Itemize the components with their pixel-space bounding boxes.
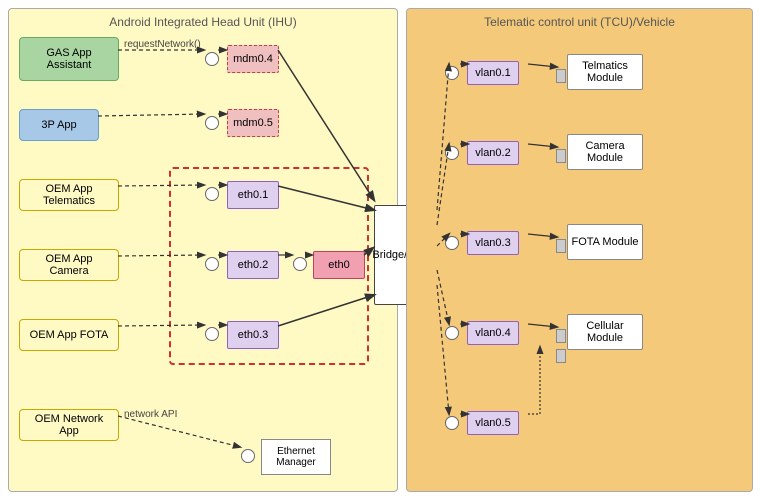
network-api-label: network API (124, 409, 177, 420)
circle-mdm04-left (205, 52, 219, 66)
mdm05-box: mdm0.5 (227, 109, 279, 137)
vlan05-label: vlan0.5 (475, 417, 510, 429)
tcu-circle-vlan03 (445, 236, 459, 250)
eth02-label: eth0.2 (238, 259, 269, 271)
connector-telmatics (556, 69, 566, 83)
gas-app-label: GAS App Assistant (26, 47, 112, 71)
main-container: Android Integrated Head Unit (IHU) GAS A… (0, 0, 761, 502)
oem-network-box: OEM Network App (19, 409, 119, 441)
oem-fota-label: OEM App FOTA (30, 329, 109, 341)
vlan01-label: vlan0.1 (475, 67, 510, 79)
eth-manager-label: Ethernet Manager (262, 446, 330, 468)
eth03-label: eth0.3 (238, 329, 269, 341)
oem-network-label: OEM Network App (26, 413, 112, 437)
oem-telematics-box: OEM App Telematics (19, 179, 119, 211)
vlan02-label: vlan0.2 (475, 147, 510, 159)
telmatics-module-label: Telmatics Module (568, 60, 642, 84)
mdm04-label: mdm0.4 (233, 53, 273, 65)
ihu-title: Android Integrated Head Unit (IHU) (109, 15, 296, 29)
vlan05-box: vlan0.5 (467, 411, 519, 435)
oem-fota-box: OEM App FOTA (19, 319, 119, 351)
eth01-label: eth0.1 (238, 189, 269, 201)
cellular-module-box: Cellular Module (567, 314, 643, 350)
ihu-panel: Android Integrated Head Unit (IHU) GAS A… (8, 8, 398, 492)
eth-manager-box: Ethernet Manager (261, 439, 331, 475)
oem-telematics-label: OEM App Telematics (26, 183, 112, 207)
gas-app-box: GAS App Assistant (19, 37, 119, 81)
connector-camera (556, 149, 566, 163)
vlan01-box: vlan0.1 (467, 61, 519, 85)
oem-camera-box: OEM App Camera (19, 249, 119, 281)
connector-fota (556, 239, 566, 253)
vlan04-label: vlan0.4 (475, 327, 510, 339)
cellular-module-label: Cellular Module (568, 320, 642, 344)
circle-eth01-left (205, 187, 219, 201)
request-network-label: requestNetwork() (124, 39, 201, 50)
tcu-circle-vlan05 (445, 416, 459, 430)
tcu-circle-vlan01 (445, 66, 459, 80)
camera-module-box: Camera Module (567, 134, 643, 170)
vlan04-box: vlan0.4 (467, 321, 519, 345)
circle-mdm05-left (205, 116, 219, 130)
mdm05-label: mdm0.5 (233, 117, 273, 129)
circle-eth0-left (293, 257, 307, 271)
connector-cellular-top (556, 329, 566, 343)
connector-cellular-bot (556, 349, 566, 363)
tcu-title: Telematic control unit (TCU)/Vehicle (484, 15, 675, 29)
3p-app-box: 3P App (19, 109, 99, 141)
vlan02-box: vlan0.2 (467, 141, 519, 165)
tcu-circle-vlan04 (445, 326, 459, 340)
eth0-label: eth0 (328, 259, 349, 271)
eth02-box: eth0.2 (227, 251, 279, 279)
telmatics-module-box: Telmatics Module (567, 54, 643, 90)
oem-camera-label: OEM App Camera (26, 253, 112, 277)
tcu-panel: Telematic control unit (TCU)/Vehicle vla… (406, 8, 753, 492)
eth01-box: eth0.1 (227, 181, 279, 209)
fota-module-label: FOTA Module (571, 236, 638, 248)
tcu-circle-vlan02 (445, 146, 459, 160)
vlan03-label: vlan0.3 (475, 237, 510, 249)
eth0-box: eth0 (313, 251, 365, 279)
circle-eth-mgr (241, 449, 255, 463)
mdm04-box: mdm0.4 (227, 45, 279, 73)
3p-app-label: 3P App (41, 119, 76, 131)
circle-eth03-left (205, 327, 219, 341)
vlan03-box: vlan0.3 (467, 231, 519, 255)
circle-eth02-left (205, 257, 219, 271)
eth03-box: eth0.3 (227, 321, 279, 349)
camera-module-label: Camera Module (568, 140, 642, 164)
fota-module-box: FOTA Module (567, 224, 643, 260)
